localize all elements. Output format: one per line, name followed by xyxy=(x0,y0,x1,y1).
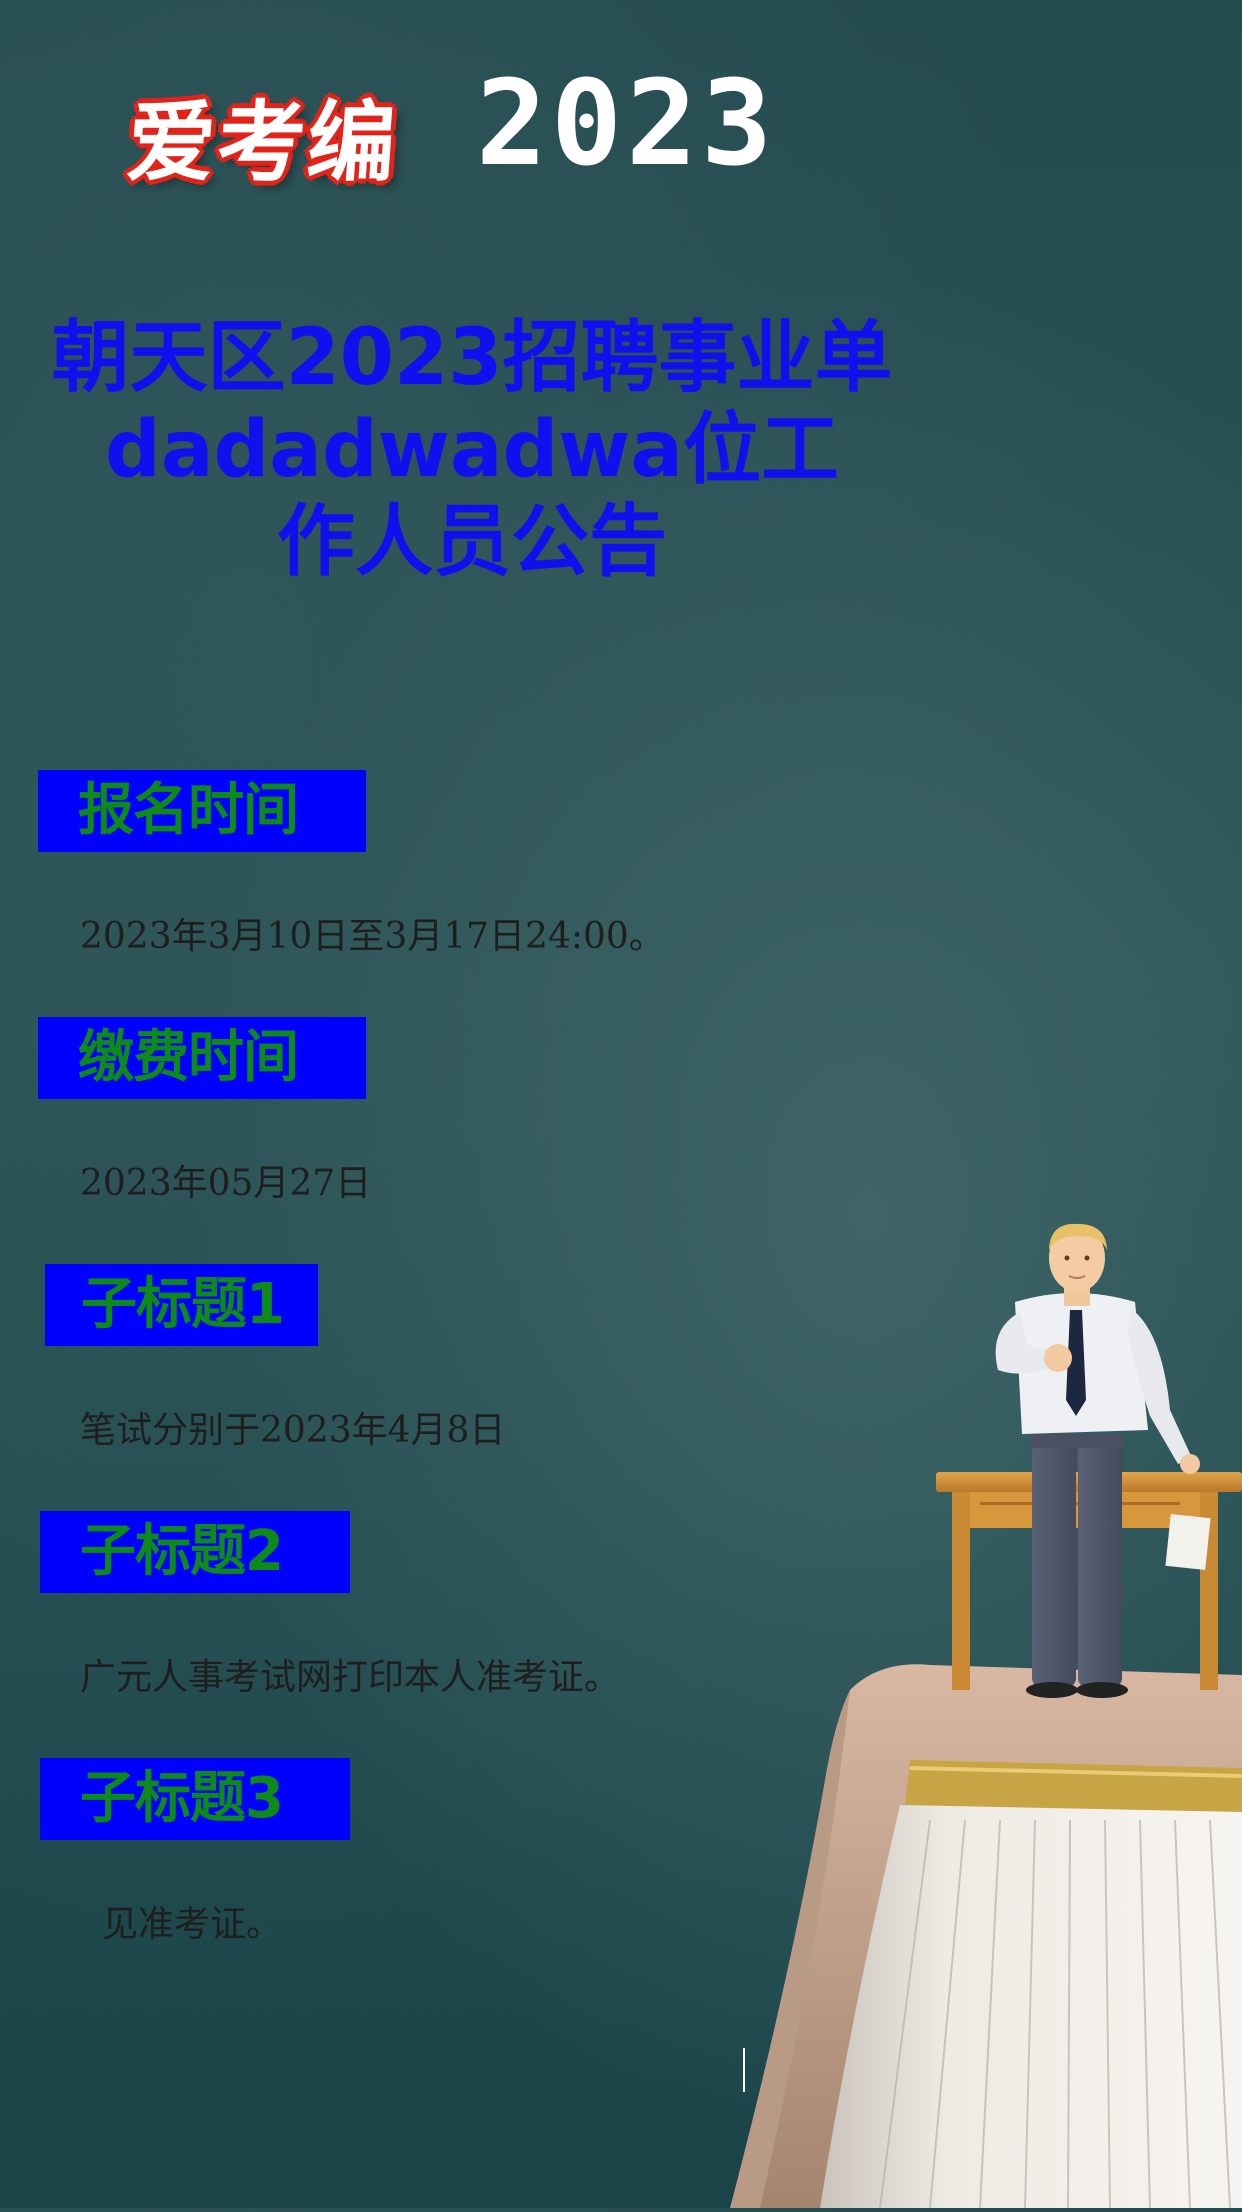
teacher-figurine-on-book-illustration xyxy=(730,1220,1242,2209)
section-label-subtitle-2: 子标题2 xyxy=(40,1511,350,1593)
text-cursor xyxy=(743,2048,745,2092)
section-label-subtitle-1: 子标题1 xyxy=(45,1264,318,1346)
section-label-payment-time: 缴费时间 xyxy=(38,1017,366,1099)
section-body-payment-time: 2023年05月27日 xyxy=(80,1163,372,1204)
section-body-subtitle-2: 广元人事考试网打印本人准考证。 xyxy=(80,1657,621,1698)
page-title: 朝天区2023招聘事业单 dadadwadwa位工 作人员公告 xyxy=(40,312,904,588)
section-body-registration-time: 2023年3月10日至3月17日24:00。 xyxy=(80,916,665,957)
section-label-registration-time: 报名时间 xyxy=(38,770,366,852)
title-line-3: 作人员公告 xyxy=(276,497,667,587)
poster: 爱考编 2023 朝天区2023招聘事业单 dadadwadwa位工 作人员公告… xyxy=(0,0,1242,2209)
section-label-subtitle-3: 子标题3 xyxy=(40,1758,350,1840)
header-year: 2023 xyxy=(476,54,777,192)
section-body-subtitle-3: 见准考证。 xyxy=(102,1904,283,1945)
section-body-subtitle-1: 笔试分别于2023年4月8日 xyxy=(80,1410,506,1451)
brand-logo: 爱考编 xyxy=(123,91,402,194)
title-line-2: dadadwadwa位工 xyxy=(105,405,839,495)
title-line-1: 朝天区2023招聘事业单 xyxy=(51,313,893,403)
